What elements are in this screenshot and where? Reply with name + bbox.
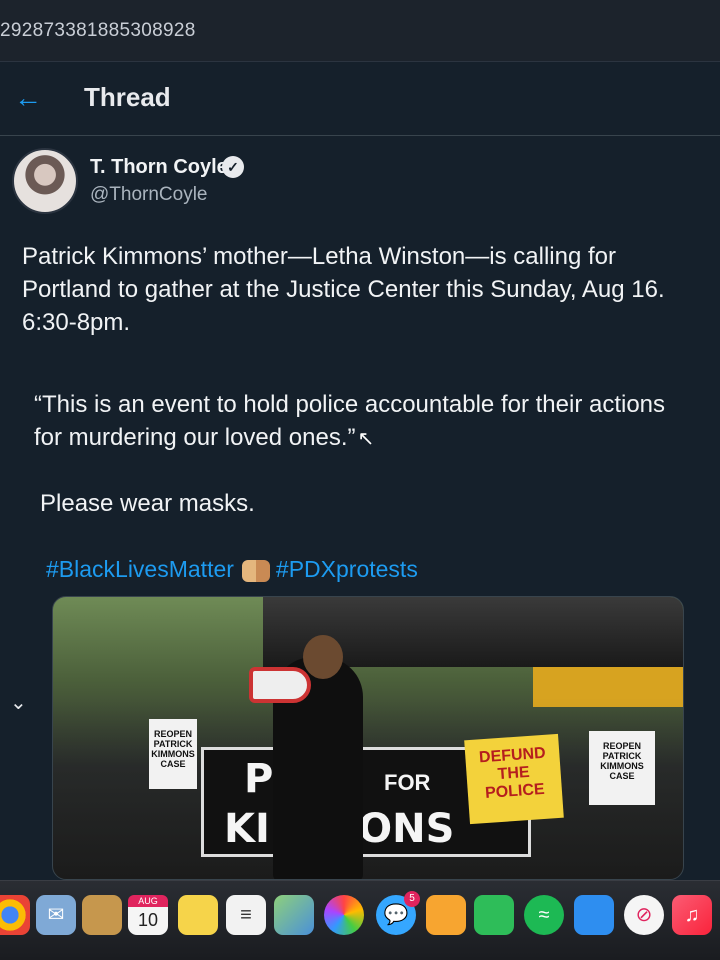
author-handle[interactable]: @ThornCoyle — [90, 184, 208, 206]
speaker-head — [303, 635, 343, 679]
tweet-photo[interactable]: P FOR KI CK ONS REOPEN PATRICK KIMMONS C… — [52, 596, 684, 880]
chevron-down-icon[interactable]: ⌄ — [10, 690, 27, 715]
hashtag-pdxprotests[interactable]: #PDXprotests — [276, 556, 418, 582]
messages-icon[interactable]: 💬 5 — [376, 891, 420, 935]
hashtags: #BlackLivesMatter #PDXprotests — [46, 556, 424, 583]
reminders-icon[interactable]: ≡ — [226, 895, 266, 935]
maps-icon[interactable] — [274, 895, 314, 935]
messages-badge: 5 — [404, 891, 420, 907]
hashtag-blacklivesmatter[interactable]: #BlackLivesMatter — [46, 556, 234, 582]
tweet-quote: “This is an event to hold police account… — [34, 388, 694, 456]
thread-header: ← Thread — [0, 62, 720, 136]
megaphone-icon — [249, 667, 311, 703]
sign-reopen-case-left: REOPEN PATRICK KIMMONS CASE — [149, 719, 197, 789]
page-title: Thread — [84, 82, 171, 112]
mac-dock: ✉ AUG 10 ≡ 💬 5 ≈ ⊘ ♫ — [0, 880, 720, 960]
tweet: T. Thorn Coyle ✓ @ThornCoyle Patrick Kim… — [0, 136, 720, 880]
photos-icon[interactable] — [324, 895, 364, 935]
verified-badge-icon: ✓ — [222, 156, 244, 178]
chrome-icon[interactable] — [0, 895, 30, 935]
tweet-text: Patrick Kimmons’ mother—Letha Winston—is… — [22, 243, 665, 336]
url-text[interactable]: 292873381885308928 — [0, 20, 196, 42]
mail-icon[interactable]: ✉ — [36, 895, 76, 935]
calendar-icon[interactable]: AUG 10 — [128, 895, 168, 935]
spotify-icon[interactable]: ≈ — [524, 895, 564, 935]
sign-defund-police: DEFUND THE POLICE — [464, 733, 564, 825]
banner-text-for: FOR — [384, 770, 431, 795]
arrow-left-icon[interactable]: ← — [14, 82, 46, 114]
browser-screen: 292873381885308928 ← Thread T. Thorn Coy… — [0, 0, 720, 880]
mouse-cursor-icon: ↖ — [357, 428, 375, 450]
notes-icon[interactable] — [178, 895, 218, 935]
news-icon[interactable]: ⊘ — [624, 895, 664, 935]
calendar-month: AUG — [128, 895, 168, 907]
address-bar[interactable]: 292873381885308928 — [0, 0, 720, 62]
banner-text-p: P — [244, 756, 274, 802]
calendar-day: 10 — [137, 910, 159, 930]
keynote-icon[interactable] — [574, 895, 614, 935]
music-icon[interactable]: ♫ — [672, 895, 712, 935]
raised-fist-icon — [241, 559, 270, 582]
author-name[interactable]: T. Thorn Coyle — [90, 156, 228, 179]
tweet-quote-text: “This is an event to hold police account… — [34, 391, 666, 451]
avatar[interactable] — [12, 148, 78, 214]
pages-icon[interactable] — [426, 895, 466, 935]
sign-reopen-case-right: REOPEN PATRICK KIMMONS CASE — [589, 731, 655, 805]
folder-icon[interactable] — [82, 895, 122, 935]
tweet-closing: Please wear masks. — [40, 490, 255, 517]
numbers-icon[interactable] — [474, 895, 514, 935]
